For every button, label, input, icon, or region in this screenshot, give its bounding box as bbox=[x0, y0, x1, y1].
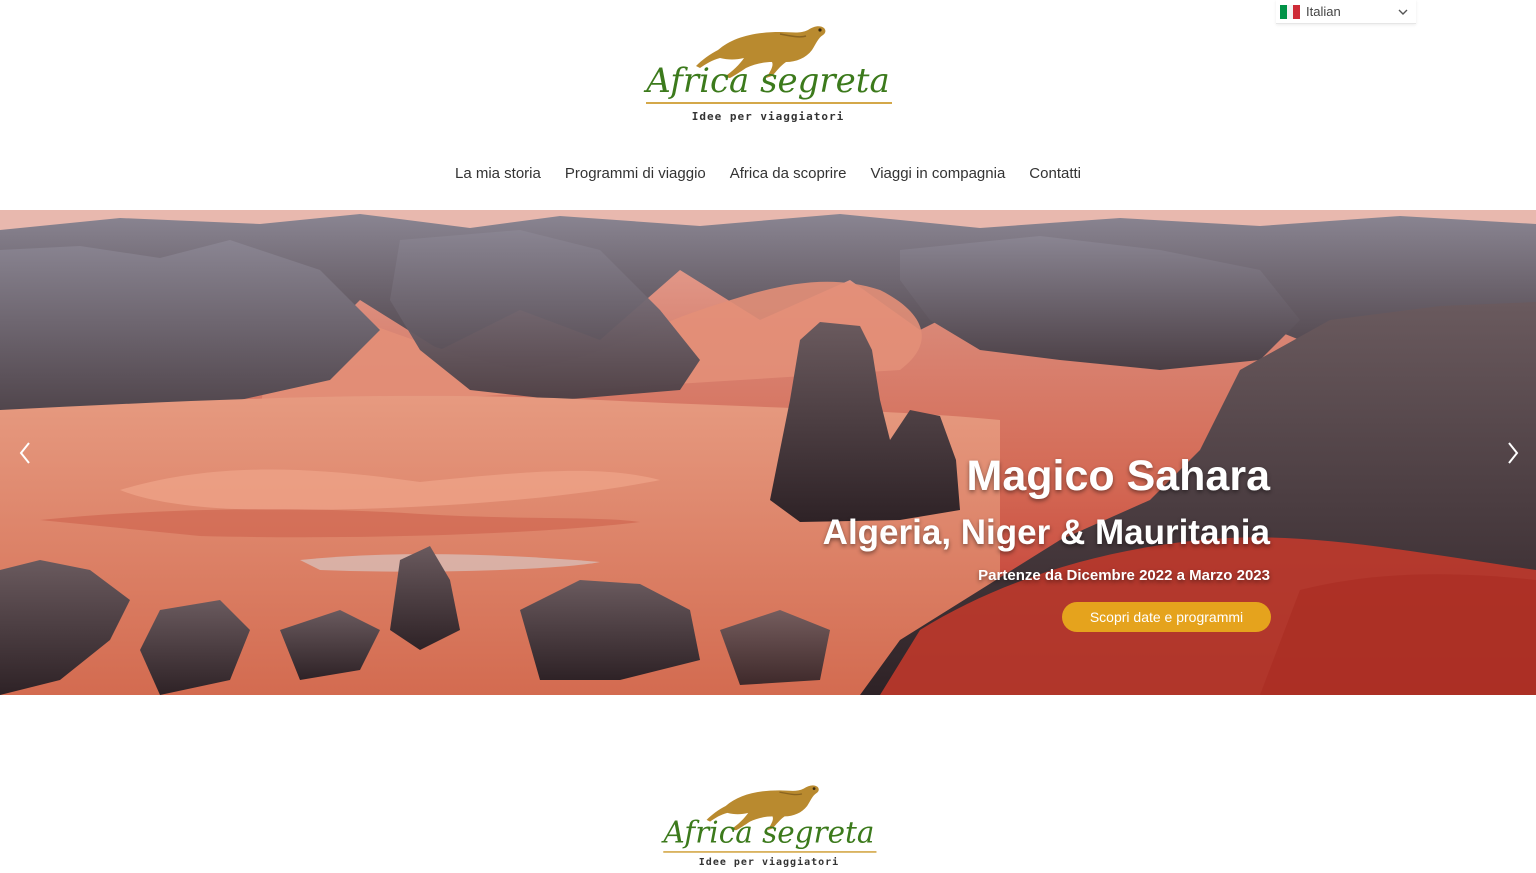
hero-subtitle: Algeria, Niger & Mauritania bbox=[822, 513, 1270, 552]
discover-programs-button[interactable]: Scopri date e programmi bbox=[1062, 602, 1271, 632]
logo-tagline: Idee per viaggiatori bbox=[691, 110, 845, 123]
slider-prev-button[interactable] bbox=[14, 438, 36, 468]
cheetah-logo-icon: Africa segreta bbox=[661, 785, 877, 853]
language-selector[interactable]: Italian bbox=[1276, 0, 1416, 24]
logo-wordmark: Africa segreta bbox=[643, 61, 889, 101]
hero-title: Magico Sahara bbox=[966, 452, 1271, 500]
slider-next-button[interactable] bbox=[1502, 438, 1524, 468]
nav-item-viaggi-in-compagnia[interactable]: Viaggi in compagnia bbox=[858, 162, 1017, 186]
chevron-down-icon bbox=[1398, 9, 1408, 15]
nav-item-africa-da-scoprire[interactable]: Africa da scoprire bbox=[718, 162, 859, 186]
hero-slider: Magico Sahara Algeria, Niger & Mauritani… bbox=[0, 210, 1536, 695]
language-label: Italian bbox=[1306, 4, 1341, 19]
nav-item-contatti[interactable]: Contatti bbox=[1017, 162, 1093, 186]
sahara-landscape-image bbox=[0, 210, 1536, 695]
logo-tagline: Idee per viaggiatori bbox=[698, 857, 840, 868]
logo-wordmark: Africa segreta bbox=[661, 815, 875, 849]
nav-item-la-mia-storia[interactable]: La mia storia bbox=[443, 162, 553, 186]
header-logo[interactable]: Africa segreta Idee per viaggiatori bbox=[640, 20, 896, 126]
main-nav: La mia storia Programmi di viaggio Afric… bbox=[0, 162, 1536, 186]
chevron-left-icon bbox=[19, 442, 30, 464]
chevron-right-icon bbox=[1508, 442, 1519, 464]
page: Italian Africa segreta Idee per viaggiat… bbox=[0, 0, 1536, 873]
italy-flag-icon bbox=[1280, 4, 1301, 19]
hero-dates: Partenze da Dicembre 2022 a Marzo 2023 bbox=[978, 567, 1270, 584]
nav-item-programmi-di-viaggio[interactable]: Programmi di viaggio bbox=[553, 162, 718, 186]
cheetah-logo-icon: Africa segreta bbox=[643, 26, 892, 104]
section-logo: Africa segreta Idee per viaggiatori bbox=[656, 780, 882, 873]
